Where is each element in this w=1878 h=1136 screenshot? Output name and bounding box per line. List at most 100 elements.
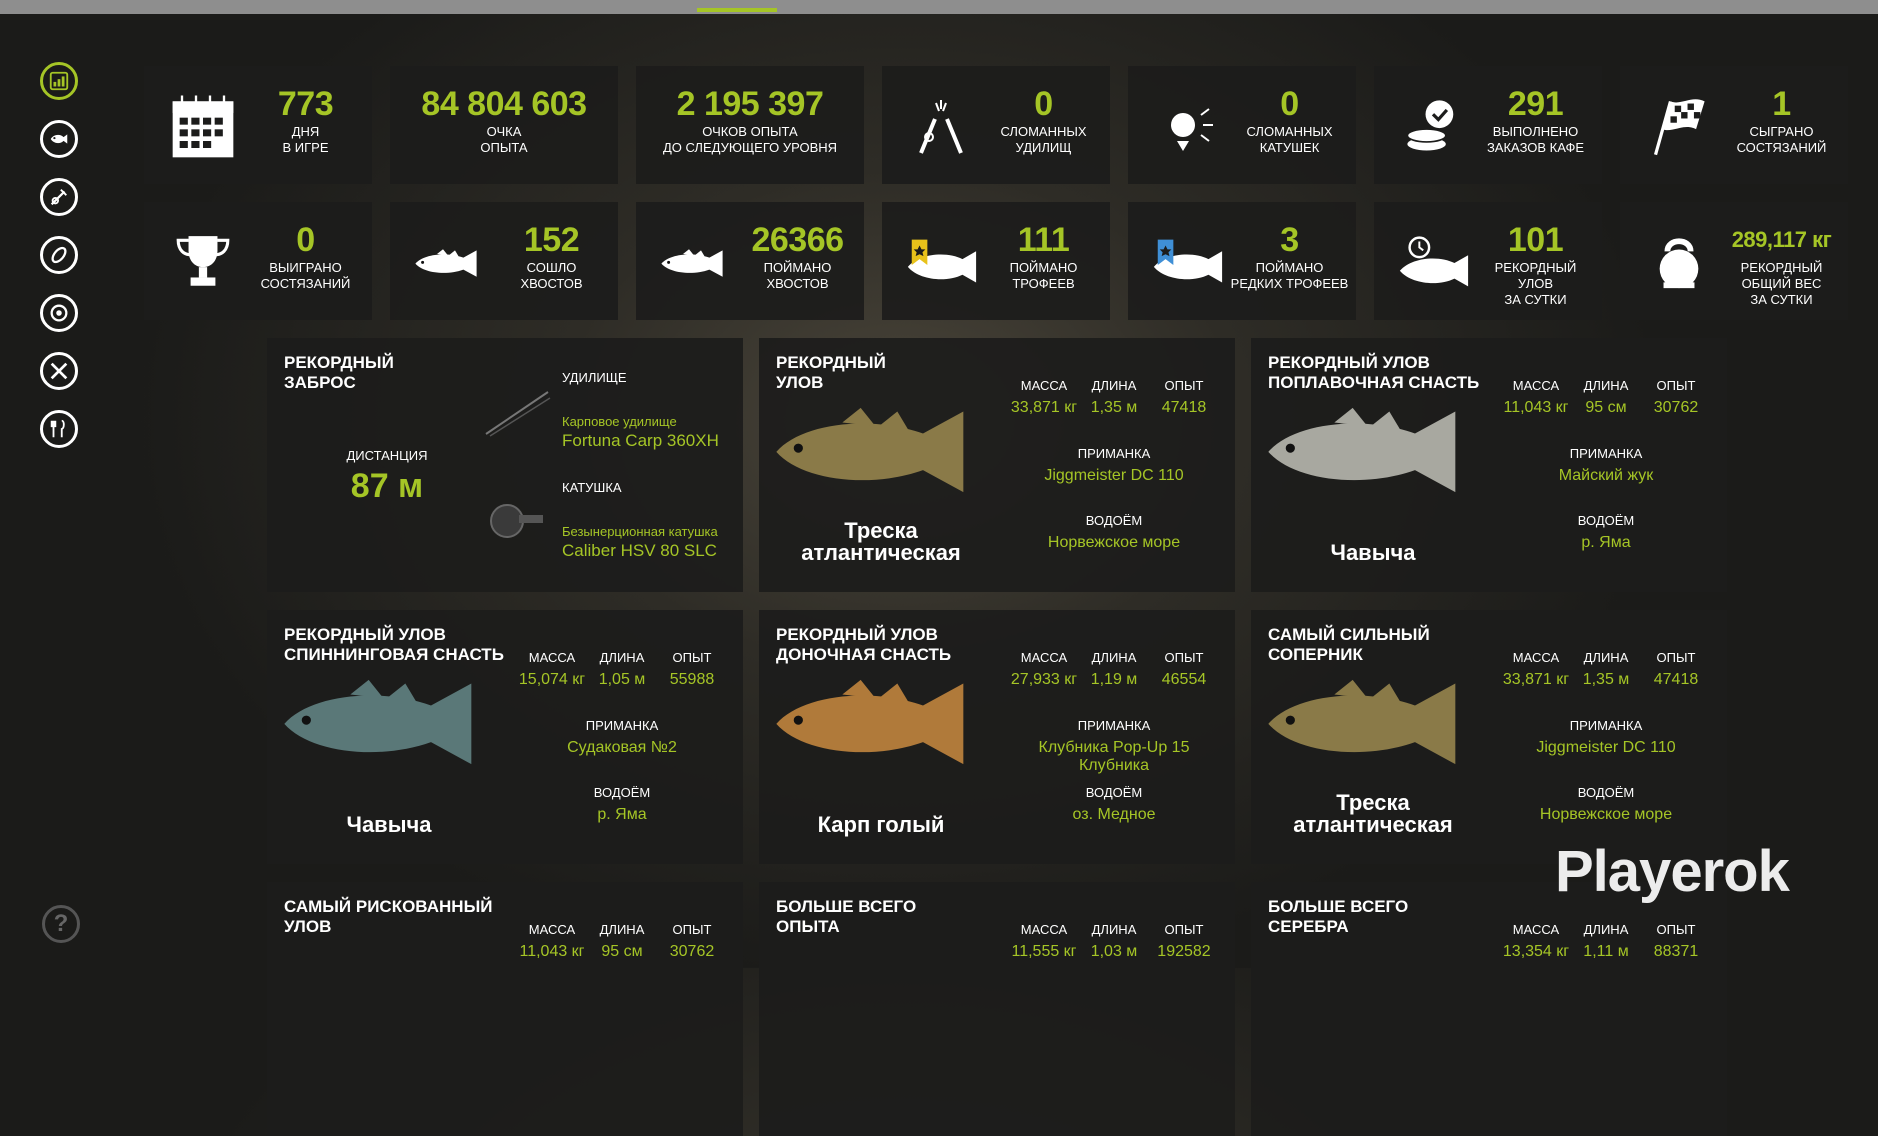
stat-value: 84 804 603 [421,85,587,123]
record-card[interactable]: БОЛЬШЕ ВСЕГО ОПЫТА МАССА 11,555 кг ДЛИНА 1,03… [759,882,1235,1136]
nav-fish-button[interactable] [40,120,78,158]
cast-distance: ДИСТАНЦИЯ 87 м [322,448,452,506]
record-mass: МАССА 27,933 кг [1009,650,1079,689]
record-card[interactable]: САМЫЙ РИСКОВАННЫЙ УЛОВ МАССА 11,043 кг ДЛИНА… [267,882,743,1136]
nav-food-button[interactable] [40,410,78,448]
record-cast-card[interactable]: РЕКОРДНЫЙ ЗАБРОС ДИСТАНЦИЯ 87 м УДИЛИЩЕ Карпо… [267,338,743,592]
fish-name: Треска атлантическая [1293,790,1453,837]
checkered-flag-icon [1640,88,1718,166]
rod-details: Карповое удилище Fortuna Carp 360XH [562,414,719,451]
record-length: ДЛИНА 95 см [587,922,657,961]
fish-name: Чавыча [346,812,432,837]
record-mass: МАССА 11,043 кг [517,922,587,961]
stat-label: СОШЛО ХВОСТОВ [520,260,583,291]
record-bait: ПРИМАНКА Клубника Pop-Up 15 Клубника [1009,718,1219,775]
stat-tile: 111 ПОЙМАНО ТРОФЕЕВ [882,202,1110,320]
bait-value: Майский жук [1558,467,1654,484]
record-bait: ПРИМАНКА Jiggmeister DC 110 [1009,446,1219,485]
record-stats: МАССА 33,871 кг ДЛИНА 1,35 м ОПЫТ 47418 [1009,378,1219,417]
nav-lure-button[interactable] [40,236,78,274]
record-length-value: 95 см [601,943,643,960]
record-length-value: 1,05 м [598,671,646,688]
nav-tackle-button[interactable] [40,178,78,216]
stat-value: 291 [1507,85,1564,123]
record-stats: МАССА 11,043 кг ДЛИНА 95 см ОПЫТ 30762 [517,922,727,961]
record-stats: МАССА 11,043 кг ДЛИНА 95 см ОПЫТ 30762 [1501,378,1711,417]
record-card[interactable]: РЕКОРДНЫЙ УЛОВ ДОНОЧНАЯ СНАСТЬ МАССА 27,933… [759,610,1235,864]
record-exp-value: 46554 [1161,671,1207,688]
lure-icon [51,246,67,264]
stat-tile: 101 РЕКОРДНЫЙ УЛОВ ЗА СУТКИ [1374,202,1602,320]
card-title: САМЫЙ РИСКОВАННЫЙ УЛОВ [284,897,493,936]
rare-trophy-fish-icon [1148,224,1226,302]
fish-image [769,400,993,510]
record-length: ДЛИНА 1,11 м [1571,922,1641,961]
record-card[interactable]: РЕКОРДНЫЙ УЛОВ СПИННИНГОВАЯ СНАСТЬ МАССА 15… [267,610,743,864]
fish-name: Карп голый [817,812,945,837]
card-title: РЕКОРДНЫЙ УЛОВ ПОПЛАВОЧНАЯ СНАСТЬ [1268,353,1480,392]
fish-image [1261,400,1485,510]
record-bait: ПРИМАНКА Майский жук [1501,446,1711,485]
record-mass: МАССА 11,555 кг [1009,922,1079,961]
stat-tile: 0 ВЫИГРАНО СОСТЯЗАНИЙ [144,202,372,320]
reel-details: Безынерционная катушка Caliber HSV 80 SLC [562,524,718,561]
fish-name: Чавыча [1330,540,1416,565]
reel-name: Caliber HSV 80 SLC [562,541,717,560]
record-exp-value: 47418 [1161,399,1207,416]
stat-label: СЫГРАНО СОСТЯЗАНИЙ [1736,124,1827,155]
bait-value: Jiggmeister DC 110 [1044,467,1184,484]
stat-label: РЕКОРДНЫЙ УЛОВ ЗА СУТКИ [1494,260,1577,307]
help-button[interactable]: ? [42,905,80,943]
card-title: РЕКОРДНЫЙ ЗАБРОС [284,353,394,392]
record-mass: МАССА 33,871 кг [1501,650,1571,689]
nav-tools-button[interactable] [40,352,78,390]
record-card[interactable]: САМЫЙ СИЛЬНЫЙ СОПЕРНИК МАССА 33,871 кг ДЛИНА… [1251,610,1727,864]
stat-value: 289,117 кг [1731,227,1832,252]
record-mass-label: МАССА [1020,650,1068,665]
record-bait: ПРИМАНКА Jiggmeister DC 110 [1501,718,1711,757]
stat-value: 101 [1507,221,1564,259]
stat-label: РЕКОРДНЫЙ ОБЩИЙ ВЕС ЗА СУТКИ [1740,260,1823,307]
nav-stats-button[interactable] [40,62,78,100]
record-exp-value: 30762 [669,943,715,960]
coins-check-icon [1394,88,1472,166]
nav-reel-button[interactable] [40,294,78,332]
trophy-icon [164,224,242,302]
record-mass-label: МАССА [1020,378,1068,393]
water-value: р. Яма [1581,534,1631,551]
record-exp-label: ОПЫТ [1164,922,1204,937]
stat-tile: 0 СЛОМАННЫХ КАТУШЕК [1128,66,1356,184]
bait-label: ПРИМАНКА [1569,718,1643,733]
record-length-label: ДЛИНА [1583,378,1629,393]
record-exp: ОПЫТ 47418 [1641,650,1711,689]
record-length-value: 1,35 м [1090,399,1138,416]
stat-value: 3 [1280,221,1299,259]
record-exp-label: ОПЫТ [1656,650,1696,665]
water-value: р. Яма [597,806,647,823]
stat-tile: 152 СОШЛО ХВОСТОВ [390,202,618,320]
record-length: ДЛИНА 1,05 м [587,650,657,689]
stat-tile: 3 ПОЙМАНО РЕДКИХ ТРОФЕЕВ [1128,202,1356,320]
record-exp-label: ОПЫТ [672,650,712,665]
card-title: САМЫЙ СИЛЬНЫЙ СОПЕРНИК [1268,625,1430,664]
stat-tile: 1 СЫГРАНО СОСТЯЗАНИЙ [1620,66,1848,184]
record-card[interactable]: БОЛЬШЕ ВСЕГО СЕРЕБРА МАССА 13,354 кг ДЛИНА 1,… [1251,882,1727,1136]
record-water: ВОДОЁМ р. Яма [517,785,727,824]
card-title: РЕКОРДНЫЙ УЛОВ ДОНОЧНАЯ СНАСТЬ [776,625,952,664]
rod-type: Карповое удилище [562,414,677,429]
kettlebell-icon [1640,224,1718,302]
fish-name: Треска атлантическая [801,518,961,565]
record-length-value: 1,11 м [1583,943,1629,960]
record-exp: ОПЫТ 30762 [657,922,727,961]
stat-tile: 773 ДНЯ В ИГРЕ [144,66,372,184]
stat-label: ДНЯ В ИГРЕ [282,124,329,155]
tools-icon [50,362,68,380]
stat-tile: 289,117 кг РЕКОРДНЫЙ ОБЩИЙ ВЕС ЗА СУТКИ [1620,202,1848,320]
record-card[interactable]: РЕКОРДНЫЙ УЛОВ МАССА 33,871 кг ДЛИНА 1,35 м ОП… [759,338,1235,592]
record-length-label: ДЛИНА [1091,650,1137,665]
record-card[interactable]: РЕКОРДНЫЙ УЛОВ ПОПЛАВОЧНАЯ СНАСТЬ МАССА 11,… [1251,338,1727,592]
stats-icon [49,71,69,91]
stat-label: ВЫИГРАНО СОСТЯЗАНИЙ [260,260,351,291]
card-title: БОЛЬШЕ ВСЕГО ОПЫТА [776,897,917,936]
record-water: ВОДОЁМ оз. Медное [1009,785,1219,824]
